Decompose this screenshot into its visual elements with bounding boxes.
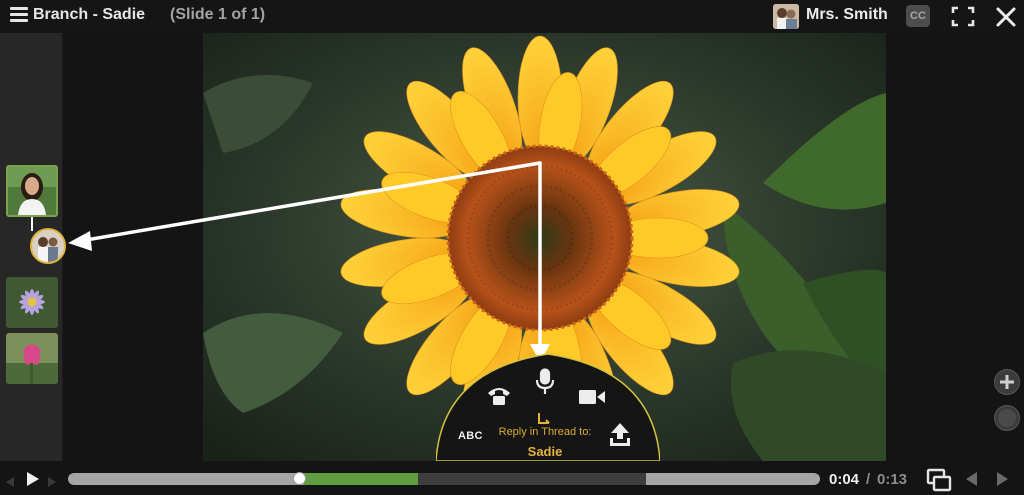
fullscreen-icon[interactable] <box>951 6 975 27</box>
closed-captions-button[interactable]: CC <box>906 5 930 27</box>
reply-thread-label: Reply in Thread to: <box>498 426 592 438</box>
progress-handle[interactable] <box>292 472 306 485</box>
phone-icon[interactable] <box>486 384 512 408</box>
user-name[interactable]: Mrs. Smith <box>806 6 888 24</box>
skip-back-icon[interactable] <box>6 474 14 487</box>
user-avatar[interactable] <box>773 4 799 29</box>
skip-forward-icon[interactable] <box>48 474 56 487</box>
close-icon[interactable] <box>995 6 1017 28</box>
progress-scrubber[interactable] <box>68 473 820 485</box>
time-separator: / <box>866 471 871 488</box>
picture-in-picture-icon[interactable] <box>926 468 952 492</box>
play-icon[interactable] <box>24 471 40 487</box>
comment-thumbnail-sadie[interactable] <box>6 165 58 217</box>
next-slide-icon[interactable] <box>996 471 1010 487</box>
slide-counter: (Slide 1 of 1) <box>170 6 266 23</box>
zoom-out-icon[interactable] <box>994 405 1020 431</box>
microphone-icon[interactable] <box>534 368 556 396</box>
progress-thread-segment <box>418 473 646 485</box>
comment-thumbnail-purple-flower[interactable] <box>6 277 58 328</box>
zoom-in-icon[interactable] <box>994 369 1020 395</box>
video-camera-icon[interactable] <box>578 386 606 408</box>
top-bar: Branch - Sadie (Slide 1 of 1) Mrs. Smith… <box>0 0 1024 33</box>
text-comment-button[interactable]: ABC <box>458 430 483 442</box>
upload-icon[interactable] <box>609 422 631 448</box>
progress-comment-segment <box>304 473 418 485</box>
playback-bar: 0:04 / 0:13 <box>0 461 1024 495</box>
reply-thread-icon <box>537 411 551 424</box>
hamburger-menu-icon[interactable] <box>10 7 28 25</box>
reply-thread-name[interactable]: Sadie <box>494 444 596 459</box>
thread-reply-avatar[interactable] <box>30 228 66 264</box>
page-title: Branch - Sadie <box>33 6 146 23</box>
comment-thumbnail-pink-flower[interactable] <box>6 333 58 384</box>
current-time: 0:04 <box>829 471 860 488</box>
thread-connector <box>31 217 33 231</box>
previous-slide-icon[interactable] <box>964 471 978 487</box>
total-time: 0:13 <box>877 471 908 488</box>
